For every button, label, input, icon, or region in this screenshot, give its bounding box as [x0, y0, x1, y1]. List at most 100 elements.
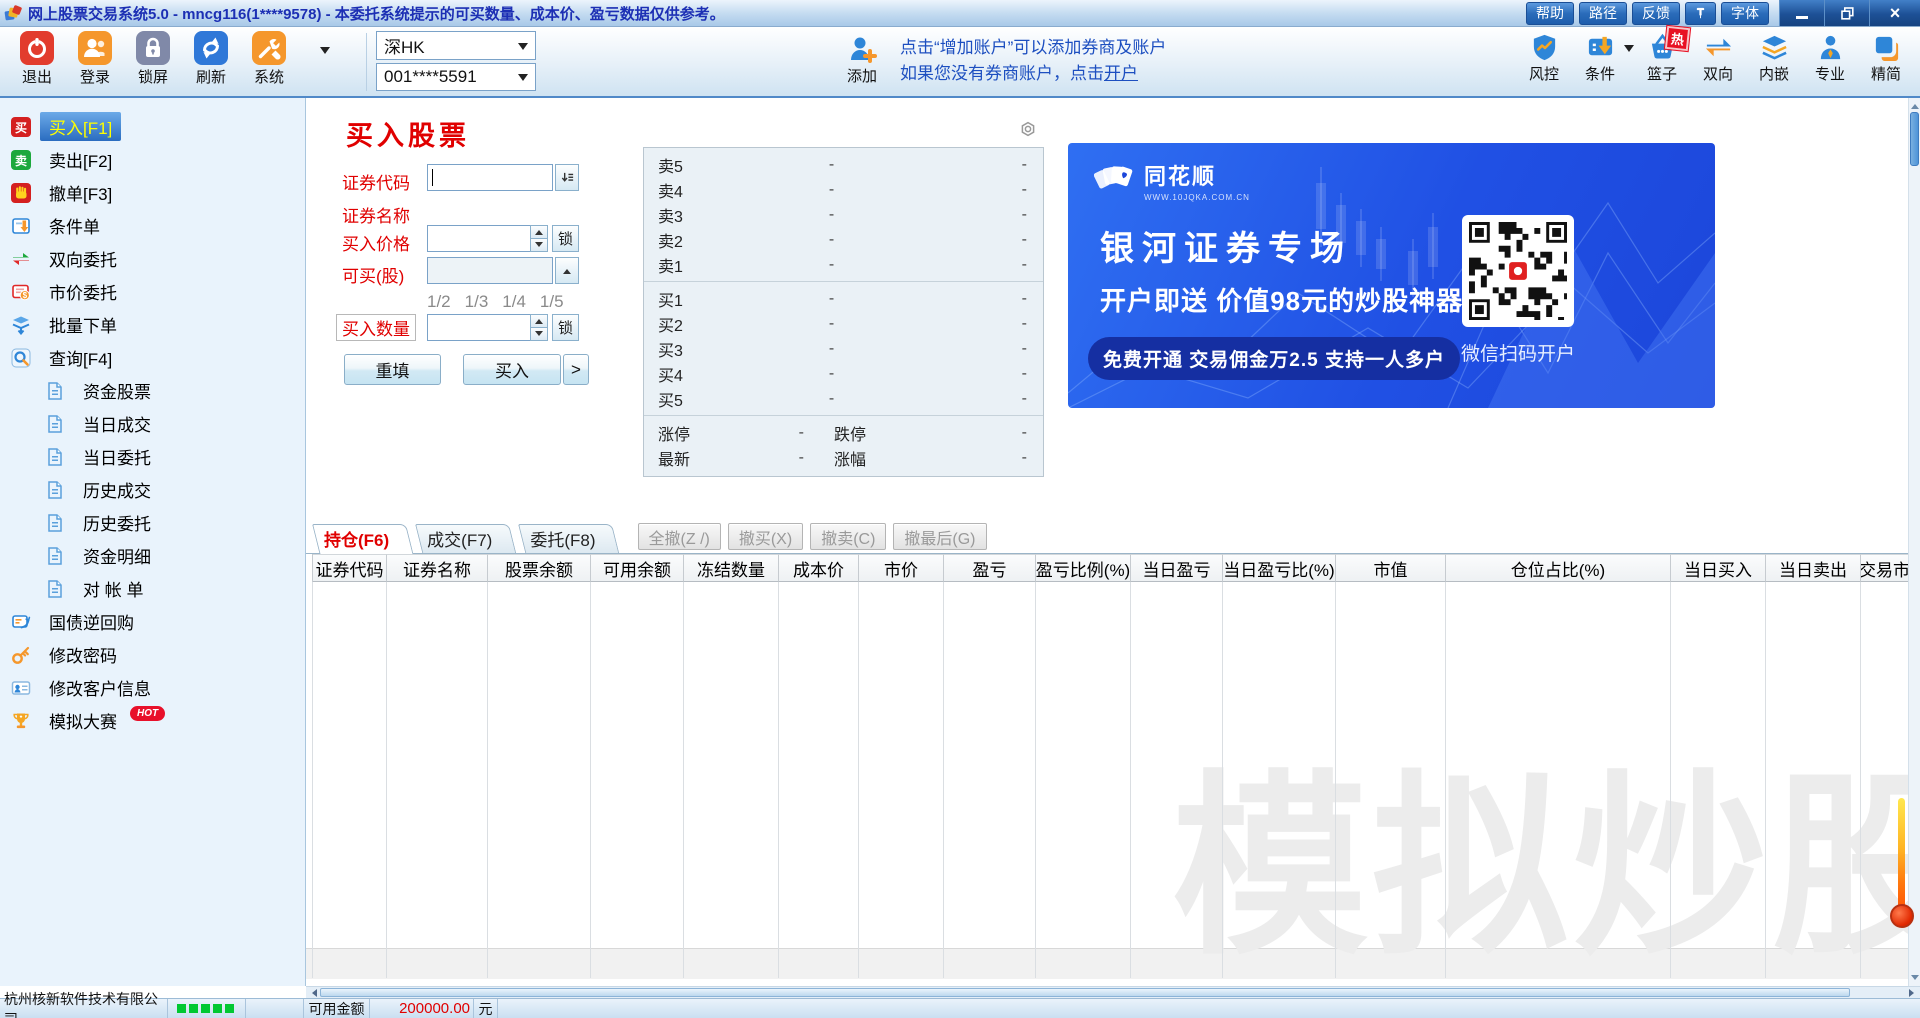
sidebar-item-bond-repo[interactable]: 国债逆回购 — [0, 605, 305, 638]
open-account-link[interactable]: 开户 — [1104, 64, 1138, 83]
scroll-down-button[interactable] — [1909, 973, 1920, 986]
order-book-row[interactable]: 卖1-- — [644, 252, 1043, 277]
account-select[interactable]: 001****5591 — [376, 63, 536, 91]
price-input[interactable] — [427, 225, 531, 252]
sidebar-item-sell-f2[interactable]: 卖卖出[F2] — [0, 143, 305, 176]
font-button[interactable]: 字体 — [1721, 2, 1769, 25]
scroll-left-button[interactable] — [306, 987, 319, 998]
column-header-3[interactable]: 股票余额 — [488, 554, 591, 582]
available-expand-button[interactable] — [555, 257, 579, 284]
tab-orders[interactable]: 委托(F8) — [518, 523, 621, 553]
restore-button[interactable] — [1824, 0, 1869, 26]
vertical-scrollbar[interactable] — [1908, 98, 1920, 986]
column-header-1[interactable]: 证券代码 — [313, 554, 387, 582]
column-header-16[interactable]: 交易市 — [1861, 554, 1909, 582]
gear-icon[interactable] — [1018, 120, 1038, 140]
column-header-7[interactable]: 市价 — [859, 554, 944, 582]
order-book-row[interactable]: 买3-- — [644, 336, 1043, 361]
column-header-9[interactable]: 盈亏比例(%) — [1036, 554, 1131, 582]
column-header-10[interactable]: 当日盈亏 — [1131, 554, 1223, 582]
vertical-scroll-thumb[interactable] — [1910, 112, 1919, 166]
tab-deals[interactable]: 成交(F7) — [415, 523, 518, 553]
path-button[interactable]: 路径 — [1579, 2, 1627, 25]
ad-banner[interactable]: 同花顺 WWW.10JQKA.COM.CN 银河证券专场 开户即送 价值98元的… — [1068, 143, 1715, 408]
column-header-13[interactable]: 仓位占比(%) — [1446, 554, 1671, 582]
sidebar-item-statement[interactable]: 对 帐 单 — [0, 572, 305, 605]
sidebar-item-history-orders[interactable]: 历史委托 — [0, 506, 305, 539]
toolbar-refresh-button[interactable]: 刷新 — [182, 31, 240, 87]
column-header-4[interactable]: 可用余额 — [591, 554, 684, 582]
column-header-6[interactable]: 成本价 — [779, 554, 859, 582]
cancel-all-button[interactable]: 全撤(Z /) — [638, 523, 721, 550]
sidebar-item-batch-order[interactable]: 批量下单 — [0, 308, 305, 341]
minimize-button[interactable] — [1779, 0, 1824, 26]
column-header-11[interactable]: 当日盈亏比(%) — [1223, 554, 1336, 582]
sidebar-item-change-password[interactable]: 修改密码 — [0, 638, 305, 671]
fraction-fifth[interactable]: 1/5 — [540, 292, 564, 312]
order-book-row[interactable]: 买5-- — [644, 386, 1043, 411]
sidebar-item-buy-f1[interactable]: 买买入[F1] — [0, 110, 305, 143]
column-header-14[interactable]: 当日买入 — [1671, 554, 1766, 582]
code-input[interactable] — [427, 164, 553, 191]
sidebar-item-funds-detail[interactable]: 资金明细 — [0, 539, 305, 572]
toolbar-basket-button[interactable]: 篮子热 — [1634, 33, 1690, 84]
step-up-button[interactable] — [530, 314, 548, 328]
step-down-button[interactable] — [530, 327, 548, 341]
toolbar-exit-button[interactable]: 退出 — [8, 31, 66, 87]
column-header-8[interactable]: 盈亏 — [944, 554, 1036, 582]
order-book-row[interactable]: 卖3-- — [644, 202, 1043, 227]
cancel-last-button[interactable]: 撤最后(G) — [893, 523, 986, 550]
sidebar-item-history-deals[interactable]: 历史成交 — [0, 473, 305, 506]
buy-button[interactable]: 买入 — [463, 354, 561, 385]
sidebar-item-query-f4[interactable]: 查询[F4] — [0, 341, 305, 374]
code-lookup-button[interactable] — [555, 164, 579, 191]
order-book-row[interactable]: 买2-- — [644, 311, 1043, 336]
help-button[interactable]: 帮助 — [1526, 2, 1574, 25]
scroll-right-button[interactable] — [1907, 987, 1920, 998]
cancel-buys-button[interactable]: 撤买(X) — [728, 523, 803, 550]
toolbar-lock-button[interactable]: 锁屏 — [124, 31, 182, 87]
fraction-quarter[interactable]: 1/4 — [502, 292, 526, 312]
toolbar-system-button[interactable]: 系统 — [240, 31, 298, 87]
sidebar-item-today-deals[interactable]: 当日成交 — [0, 407, 305, 440]
column-header-15[interactable]: 当日卖出 — [1766, 554, 1861, 582]
add-account-button[interactable]: 添加 — [838, 34, 886, 86]
fraction-half[interactable]: 1/2 — [427, 292, 451, 312]
column-header-12[interactable]: 市值 — [1336, 554, 1446, 582]
toolbar-pro-button[interactable]: 专业 — [1802, 33, 1858, 84]
expand-button[interactable]: > — [563, 354, 589, 385]
sidebar-item-sim-contest[interactable]: 模拟大赛HOT — [0, 704, 305, 737]
sidebar-item-cancel-f3[interactable]: 撤单[F3] — [0, 176, 305, 209]
tab-positions[interactable]: 持仓(F6) — [312, 523, 415, 553]
sidebar-item-funds-stocks[interactable]: 资金股票 — [0, 374, 305, 407]
system-menu-caret[interactable] — [320, 47, 330, 59]
horizontal-scrollbar[interactable] — [306, 986, 1920, 998]
toolbar-condition-button[interactable]: 条件 — [1572, 33, 1628, 84]
step-up-button[interactable] — [530, 225, 548, 239]
order-book-row[interactable]: 卖2-- — [644, 227, 1043, 252]
toolbar-embed-button[interactable]: 内嵌 — [1746, 33, 1802, 84]
step-down-button[interactable] — [530, 238, 548, 252]
sidebar-item-market-price-order[interactable]: $市价委托 — [0, 275, 305, 308]
reset-button[interactable]: 重填 — [344, 354, 441, 385]
toolbar-login-button[interactable]: 登录 — [66, 31, 124, 87]
column-header-2[interactable]: 证券名称 — [387, 554, 488, 582]
scroll-up-button[interactable] — [1909, 98, 1920, 111]
quantity-input[interactable] — [427, 314, 531, 341]
horizontal-scroll-thumb[interactable] — [320, 988, 1850, 997]
order-book-row[interactable]: 买1-- — [644, 286, 1043, 311]
price-lock-button[interactable]: 锁 — [552, 225, 579, 252]
cancel-sells-button[interactable]: 撤卖(C) — [810, 523, 886, 550]
fraction-third[interactable]: 1/3 — [465, 292, 489, 312]
sidebar-item-change-customer-info[interactable]: 修改客户信息 — [0, 671, 305, 704]
toolbar-compact-button[interactable]: 精简 — [1858, 33, 1914, 84]
order-book-row[interactable]: 卖4-- — [644, 177, 1043, 202]
sidebar-item-condition-order[interactable]: 条件单 — [0, 209, 305, 242]
sidebar-item-today-orders[interactable]: 当日委托 — [0, 440, 305, 473]
sidebar-item-two-way-order[interactable]: 双向委托 — [0, 242, 305, 275]
quantity-lock-button[interactable]: 锁 — [552, 314, 579, 341]
order-book-row[interactable]: 卖5-- — [644, 152, 1043, 177]
order-book-row[interactable]: 买4-- — [644, 361, 1043, 386]
close-button[interactable]: × — [1869, 0, 1920, 26]
column-header-5[interactable]: 冻结数量 — [684, 554, 779, 582]
